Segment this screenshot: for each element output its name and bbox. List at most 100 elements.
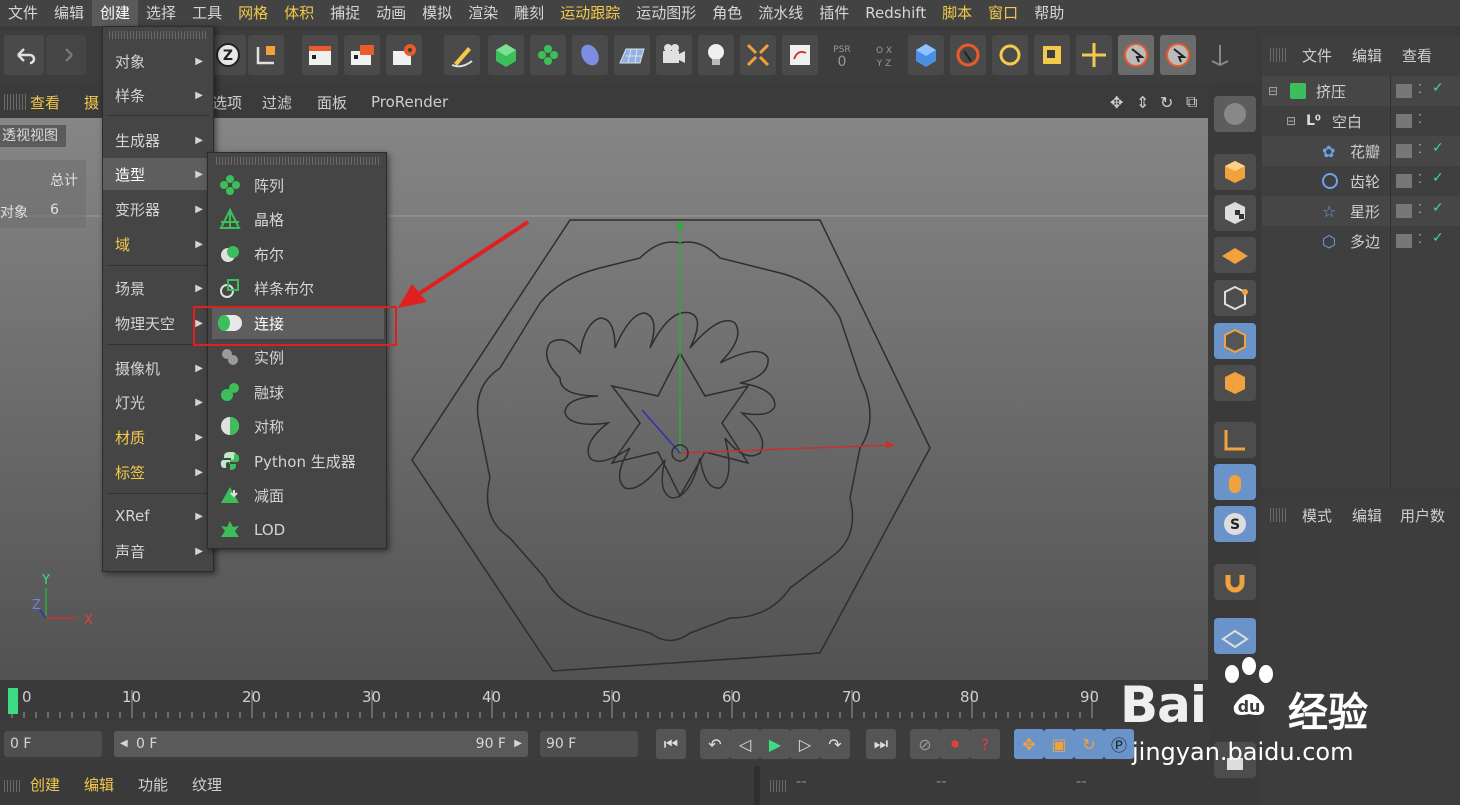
viewport-move-icon[interactable]: ✥	[1110, 93, 1123, 112]
menu-window[interactable]: 窗口	[980, 0, 1026, 26]
redo-button[interactable]	[46, 35, 86, 75]
menu-file[interactable]: 文件	[0, 0, 46, 26]
create-menu-object[interactable]: 对象 ▶	[103, 45, 213, 77]
point-mode-button[interactable]	[1214, 280, 1256, 316]
visibility-dots-icon[interactable]: ⁚	[1418, 82, 1422, 96]
enabled-check-icon[interactable]: ✓	[1432, 140, 1444, 156]
create-menu-scene[interactable]: 场景 ▶	[103, 272, 213, 304]
prev-key-button[interactable]: ↶	[700, 729, 730, 759]
symmetry-button[interactable]	[740, 35, 776, 75]
visibility-dots-icon[interactable]: ⁚	[1418, 112, 1422, 126]
workplane-mode-button[interactable]	[1214, 237, 1256, 273]
prev-frame-button[interactable]: ◁	[730, 729, 760, 759]
layer-flag-icon[interactable]	[1396, 114, 1412, 128]
menu-motion-tracking[interactable]: 运动跟踪	[552, 0, 628, 26]
select-cursor-button[interactable]	[1118, 35, 1154, 75]
menu-redshift[interactable]: Redshift	[857, 0, 934, 26]
menu-help[interactable]: 帮助	[1026, 0, 1072, 26]
tree-expand-icon[interactable]: ⊟	[1286, 114, 1296, 128]
viewport-menu-camera[interactable]: 摄	[84, 92, 99, 113]
render-view-button[interactable]	[302, 35, 338, 75]
viewport-menu-options[interactable]: 选项	[212, 92, 242, 113]
menu-edit[interactable]: 编辑	[46, 0, 92, 26]
attribute-menu-edit[interactable]: 编辑	[1352, 505, 1382, 526]
layer-flag-icon[interactable]	[1396, 144, 1412, 158]
layer-flag-icon[interactable]	[1396, 84, 1412, 98]
range-right-arrow-icon[interactable]: ▶	[514, 731, 522, 757]
scale-tool-button[interactable]	[1034, 35, 1070, 75]
live-select-button[interactable]	[950, 35, 986, 75]
menu-create[interactable]: 创建	[92, 0, 139, 26]
viewport-menu-prorender[interactable]: ProRender	[371, 93, 448, 111]
object-manager-menu-file[interactable]: 文件	[1302, 45, 1332, 66]
create-menu-generator[interactable]: 生成器 ▶	[103, 124, 213, 156]
texture-mode-button[interactable]	[1214, 195, 1256, 231]
create-menu-deformer[interactable]: 变形器 ▶	[103, 193, 213, 225]
rotate-tool-button[interactable]	[992, 35, 1028, 75]
attribute-menu-mode[interactable]: 模式	[1302, 505, 1332, 526]
create-menu-xref[interactable]: XRef ▶	[103, 500, 213, 532]
axis-lock-button[interactable]: O X Y Z	[866, 35, 902, 75]
render-picture-viewer-button[interactable]	[344, 35, 380, 75]
create-menu-field[interactable]: 域 ▶	[103, 228, 213, 260]
menu-simulate[interactable]: 模拟	[414, 0, 460, 26]
submenu-item-spline-boole[interactable]: 样条布尔	[212, 272, 384, 304]
key-help-button[interactable]: ?	[970, 729, 1000, 759]
enabled-check-icon[interactable]: ✓	[1432, 230, 1444, 246]
mode-sphere-button[interactable]	[1214, 96, 1256, 132]
menu-character[interactable]: 角色	[704, 0, 750, 26]
menu-mesh[interactable]: 网格	[230, 0, 276, 26]
create-menu-camera[interactable]: 摄像机 ▶	[103, 352, 213, 384]
create-menu-modeling[interactable]: 造型 ▶	[103, 158, 213, 190]
create-menu-material[interactable]: 材质 ▶	[103, 421, 213, 453]
submenu-tearoff-grip[interactable]	[216, 157, 380, 165]
submenu-item-metaball[interactable]: 融球	[212, 376, 384, 408]
x-axis-handle[interactable]	[679, 444, 894, 454]
object-manager-menu-view[interactable]: 查看	[1402, 45, 1432, 66]
cube-primitive-button[interactable]	[488, 35, 524, 75]
submenu-item-polygon-reduction[interactable]: 减面	[212, 479, 384, 511]
move-tool-button[interactable]	[1076, 35, 1112, 75]
material-menu-texture[interactable]: 纹理	[192, 774, 222, 795]
create-menu-sound[interactable]: 声音 ▶	[103, 535, 213, 567]
enabled-check-icon[interactable]: ✓	[1432, 80, 1444, 96]
select-cursor-alt-button[interactable]	[1160, 35, 1196, 75]
frame-range-slider[interactable]: ◀ 0 F 90 F ▶	[114, 731, 528, 757]
key-scale-button[interactable]: ▣	[1044, 729, 1074, 759]
render-settings-button[interactable]	[386, 35, 422, 75]
floor-button[interactable]	[614, 35, 650, 75]
key-rotate-button[interactable]: ↻	[1074, 729, 1104, 759]
menu-plugins[interactable]: 插件	[811, 0, 857, 26]
submenu-item-lattice[interactable]: 晶格	[212, 203, 384, 235]
model-mode-button[interactable]	[908, 35, 944, 75]
layer-flag-icon[interactable]	[1396, 234, 1412, 248]
menu-snap[interactable]: 捕捉	[322, 0, 368, 26]
record-keys-button[interactable]: ⊘	[910, 729, 940, 759]
world-coords-button[interactable]	[248, 35, 284, 75]
submenu-item-python-generator[interactable]: Python 生成器	[212, 445, 384, 477]
rotate-z-button[interactable]: Z	[210, 35, 246, 75]
object-mode-button[interactable]	[1214, 154, 1256, 190]
xyz-button[interactable]	[1202, 35, 1238, 75]
viewport-menu-filter[interactable]: 过滤	[262, 92, 292, 113]
psr-button[interactable]: PSR 0	[824, 35, 860, 75]
light-button[interactable]	[698, 35, 734, 75]
create-menu-tag[interactable]: 标签 ▶	[103, 456, 213, 488]
go-to-start-button[interactable]: ⏮	[656, 729, 686, 759]
menu-render[interactable]: 渲染	[460, 0, 506, 26]
object-manager-menu-edit[interactable]: 编辑	[1352, 45, 1382, 66]
menu-animate[interactable]: 动画	[368, 0, 414, 26]
layer-flag-icon[interactable]	[1396, 204, 1412, 218]
tweak-mode-button[interactable]	[1214, 464, 1256, 500]
range-left-arrow-icon[interactable]: ◀	[120, 731, 128, 757]
next-frame-button[interactable]: ▷	[790, 729, 820, 759]
undo-button[interactable]	[4, 35, 44, 75]
end-frame-field[interactable]: 90 F	[540, 731, 638, 757]
next-key-button[interactable]: ↷	[820, 729, 850, 759]
viewport-maximize-icon[interactable]: ⧉	[1186, 92, 1197, 112]
visibility-dots-icon[interactable]: ⁚	[1418, 172, 1422, 186]
play-button[interactable]: ▶	[760, 729, 790, 759]
visibility-dots-icon[interactable]: ⁚	[1418, 202, 1422, 216]
menu-sculpt[interactable]: 雕刻	[506, 0, 552, 26]
submenu-item-lod[interactable]: LOD	[212, 514, 384, 546]
